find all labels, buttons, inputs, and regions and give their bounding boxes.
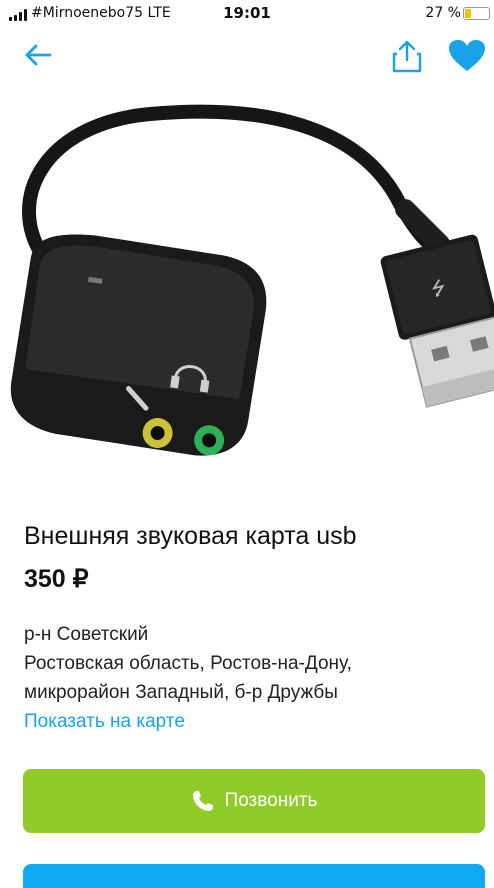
call-button[interactable]: Позвонить <box>23 769 485 833</box>
usb-sound-card-photo: ⭍ <box>10 104 494 456</box>
back-button[interactable] <box>20 40 56 70</box>
show-on-map-link[interactable]: Показать на карте <box>24 711 185 733</box>
message-button[interactable] <box>23 864 485 888</box>
product-title: Внешняя звуковая карта usb <box>24 522 357 550</box>
arrow-left-icon <box>25 44 52 66</box>
battery-icon <box>463 7 490 20</box>
favorite-button[interactable] <box>446 38 488 74</box>
address-line-2: микрорайон Западный, б-р Дружбы <box>24 682 338 703</box>
product-photo[interactable]: ⭍ <box>0 84 494 500</box>
status-time: 19:01 <box>223 4 271 22</box>
status-bar: #Mirnoenebo75 LTE 19:01 27 % <box>0 0 494 28</box>
call-button-label: Позвонить <box>224 790 318 811</box>
product-price: 350 ₽ <box>24 565 89 593</box>
top-nav <box>0 28 494 84</box>
share-icon <box>392 40 422 73</box>
battery-level-fill <box>465 9 471 18</box>
battery-percent: 27 % <box>425 5 461 21</box>
share-button[interactable] <box>387 38 427 74</box>
heart-icon <box>449 40 485 71</box>
district-text: р-н Советский <box>24 624 149 645</box>
address-line-1: Ростовская область, Ростов-на-Дону, <box>24 653 352 674</box>
phone-icon <box>192 791 213 811</box>
